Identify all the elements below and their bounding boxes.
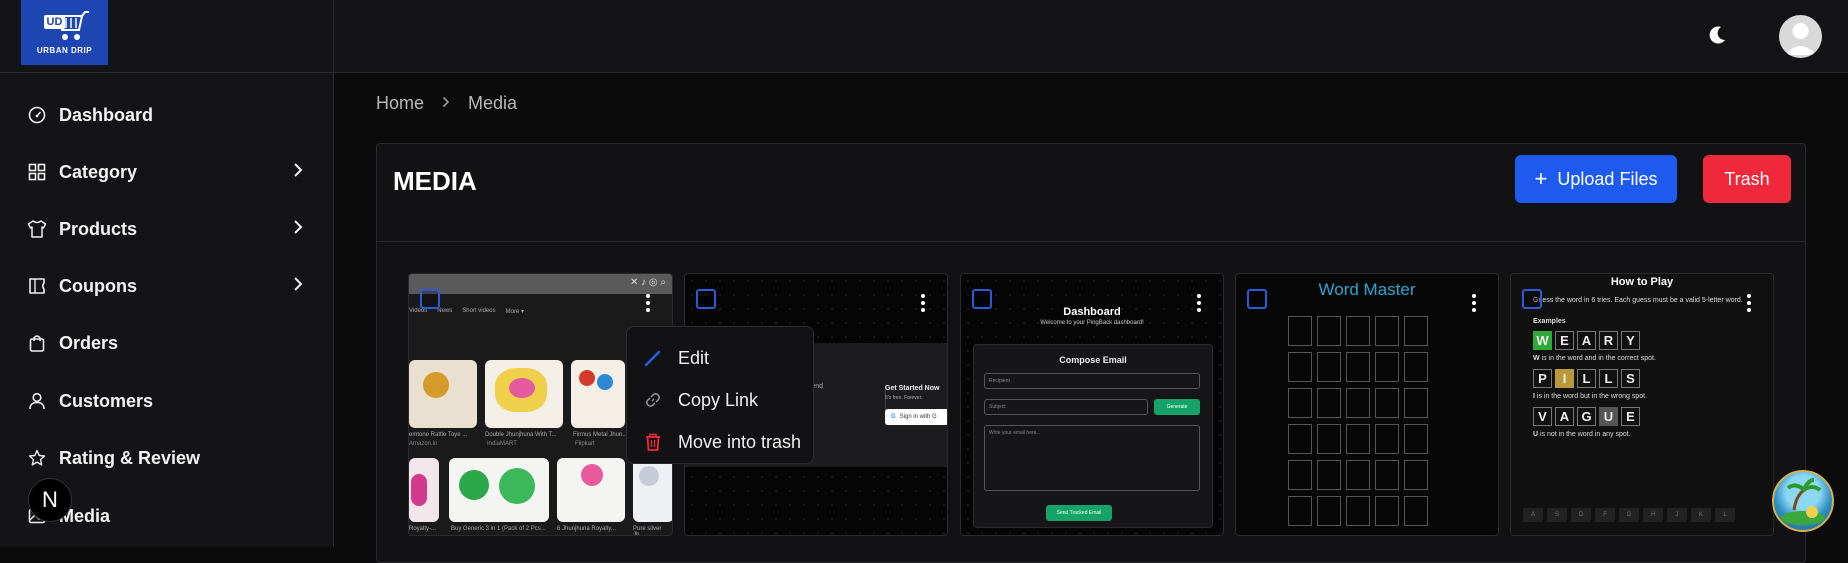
link-icon [643, 391, 663, 409]
select-checkbox[interactable] [1522, 289, 1542, 309]
wordmaster-title: Word Master [1318, 280, 1416, 299]
panel-header: MEDIA + Upload Files Trash [377, 144, 1805, 242]
dev-tools-badge[interactable]: N [28, 478, 72, 522]
google-signin-thumb: G Sign in with G [885, 409, 947, 425]
thumb-tabs: Videos News Short videos More ▾ [409, 308, 524, 315]
media-card[interactable]: Dashboard Welcome to your PingBack dashb… [960, 273, 1224, 536]
select-checkbox[interactable] [972, 289, 992, 309]
product-thumb [409, 458, 439, 522]
sidebar-item-category[interactable]: Category [0, 150, 334, 194]
breadcrumb: Home Media [376, 93, 517, 114]
wordmaster-grid [1288, 316, 1428, 526]
menu-item-copy-link[interactable]: Copy Link [627, 379, 813, 421]
cart-icon: UD [40, 10, 90, 44]
chevron-right-icon [442, 95, 450, 113]
user-icon [27, 391, 47, 411]
upload-files-button[interactable]: + Upload Files [1515, 155, 1677, 203]
example-word: WEARY [1519, 331, 1765, 350]
example-word: VAGUE [1519, 407, 1765, 426]
logo-area: UD URBAN DRIP [0, 0, 333, 73]
grid-icon [27, 162, 47, 182]
chevron-right-icon [292, 162, 304, 183]
more-options-icon[interactable] [921, 294, 927, 312]
breadcrumb-home[interactable]: Home [376, 93, 424, 114]
chevron-right-icon [292, 219, 304, 240]
bag-icon [27, 333, 47, 353]
shirt-icon [27, 219, 47, 239]
product-thumb [485, 360, 563, 428]
page-title: MEDIA [393, 166, 477, 196]
sidebar-item-label: Coupons [59, 275, 137, 296]
avatar-icon[interactable] [1779, 15, 1822, 58]
select-checkbox[interactable] [420, 289, 440, 309]
brand-name: URBAN DRIP [36, 46, 93, 55]
context-menu: Edit Copy Link Move into trash [626, 326, 814, 464]
product-thumb [449, 458, 549, 522]
search-bar-thumb: ✕ ♪ ◎ ⌕ [409, 274, 672, 294]
menu-item-edit[interactable]: Edit [627, 337, 813, 379]
sidebar-item-label: Dashboard [59, 104, 154, 125]
trash-icon [643, 432, 663, 452]
howto-thumb: How to Play Guess the word in 6 tries. E… [1511, 274, 1773, 535]
media-card[interactable]: How to Play Guess the word in 6 tries. E… [1510, 273, 1774, 536]
sidebar-item-label: Rating & Review [59, 447, 201, 468]
more-options-icon[interactable] [646, 294, 652, 312]
sidebar-item-products[interactable]: Products [0, 207, 334, 251]
more-options-icon[interactable] [1197, 294, 1203, 312]
product-thumb [409, 360, 477, 428]
example-word: PILLS [1519, 369, 1765, 388]
sidebar-item-rating-review[interactable]: Rating & Review [0, 436, 334, 480]
floating-widget-icon[interactable] [1772, 470, 1834, 532]
select-checkbox[interactable] [1247, 289, 1267, 309]
trash-button[interactable]: Trash [1703, 155, 1791, 203]
sidebar-item-coupons[interactable]: Coupons [0, 264, 334, 308]
star-icon [27, 448, 47, 468]
gauge-icon [27, 105, 47, 125]
menu-item-move-to-trash[interactable]: Move into trash [627, 421, 813, 463]
breadcrumb-current: Media [468, 93, 518, 113]
moon-icon[interactable] [1706, 24, 1728, 51]
chevron-right-icon [292, 276, 304, 297]
sidebar: UD URBAN DRIP Dashboard Category Product… [0, 0, 334, 547]
product-thumb [571, 360, 625, 428]
top-bar [334, 0, 1848, 73]
sidebar-item-dashboard[interactable]: Dashboard [0, 93, 334, 137]
media-card[interactable]: Word Master [1235, 273, 1499, 536]
plus-icon: + [1534, 166, 1548, 191]
product-thumb [557, 458, 625, 522]
sidebar-item-customers[interactable]: Customers [0, 379, 334, 423]
ticket-icon [27, 276, 47, 296]
sidebar-item-label: Category [59, 161, 138, 182]
keyboard-thumb: A S D F G H J K L [1523, 508, 1735, 522]
compose-thumb: Compose Email Recipient Subject Generate… [973, 344, 1213, 528]
sidebar-item-label: Products [59, 218, 138, 239]
select-checkbox[interactable] [696, 289, 716, 309]
sidebar-item-label: Orders [59, 332, 119, 353]
product-thumb [633, 458, 672, 522]
sidebar-item-orders[interactable]: Orders [0, 321, 334, 365]
more-options-icon[interactable] [1747, 294, 1753, 312]
more-options-icon[interactable] [1472, 294, 1478, 312]
brand-logo[interactable]: UD URBAN DRIP [21, 0, 108, 65]
sidebar-item-label: Customers [59, 390, 154, 411]
pencil-icon [643, 349, 663, 367]
